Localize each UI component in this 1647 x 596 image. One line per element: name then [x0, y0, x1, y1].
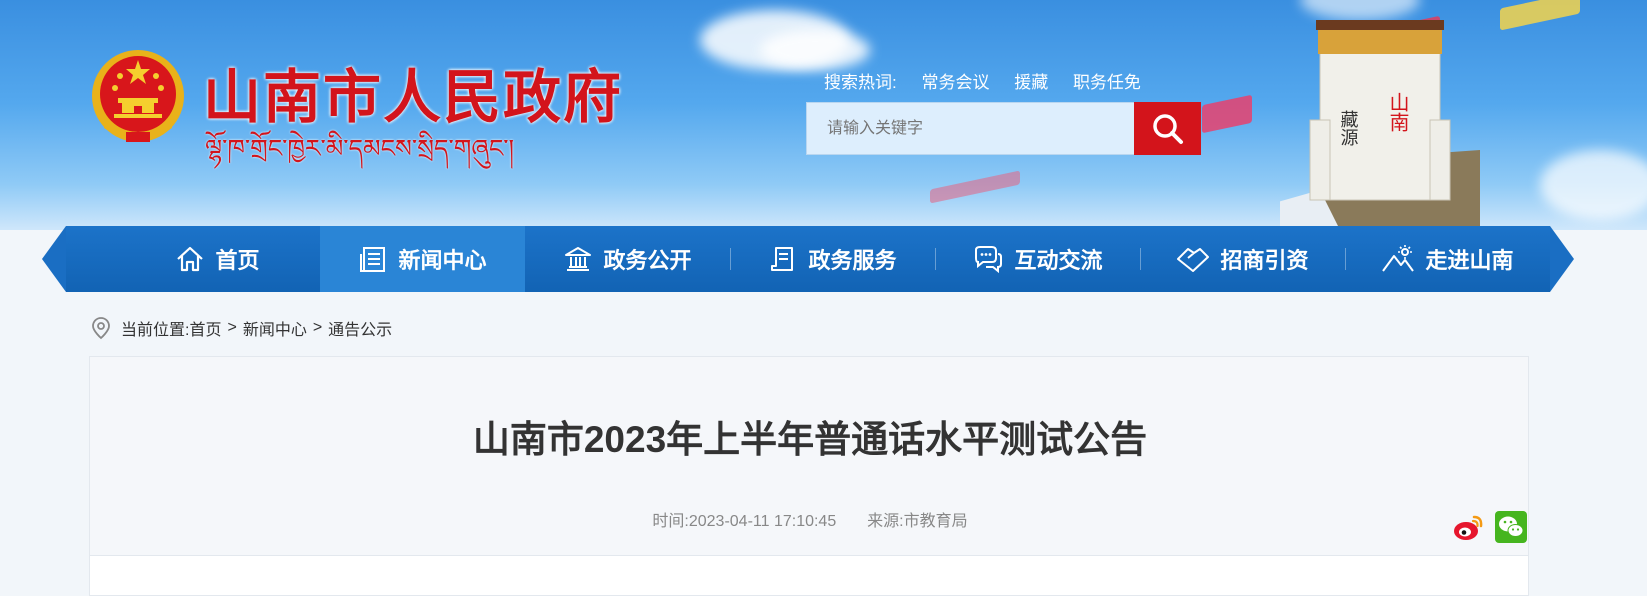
article-source: 市教育局 — [903, 513, 968, 530]
nav-item-label: 政务公开 — [603, 248, 692, 273]
search-button[interactable] — [1134, 102, 1201, 155]
article-meta: 时间:2023-04-11 17:10:45 来源:市教育局 — [90, 507, 1530, 531]
breadcrumb-link-home[interactable]: 首页 — [189, 316, 221, 340]
nav-cap — [1550, 226, 1574, 292]
header-banner: 山南市人民政府 ལྷོ་ཁ་གྲོང་ཁྱེར་མི་དམངས་སྲིད་གཞུ… — [0, 0, 1647, 230]
breadcrumb-link-notices[interactable]: 通告公示 — [328, 316, 392, 340]
prayer-flag-decoration — [930, 170, 1020, 204]
nav-item-home[interactable]: 首页 — [115, 226, 320, 292]
nav-item-about-shannan[interactable]: 走进山南 — [1345, 226, 1550, 292]
search-icon — [1152, 113, 1183, 144]
tower-text-right: 山南 — [1386, 92, 1410, 132]
nav-item-label: 互动交流 — [1014, 248, 1103, 273]
tower-text-left: 藏源 — [1338, 110, 1359, 147]
breadcrumb-separator: > — [312, 319, 323, 336]
cloud-decoration — [1540, 150, 1647, 220]
mountain-sun-icon — [1382, 245, 1415, 272]
newspaper-icon — [360, 247, 386, 272]
hot-search-term[interactable]: 援藏 — [1014, 73, 1048, 92]
search-input[interactable] — [806, 102, 1136, 155]
breadcrumb: 当前位置: 首页 > 新闻中心 > 通告公示 — [90, 316, 392, 340]
location-pin-icon — [92, 317, 110, 340]
hot-search-label: 搜索热词: — [824, 73, 897, 92]
main-nav: 首页 新闻中心 政务公开 政务服务 互动交流 招商引资 走进山南 — [42, 226, 1574, 292]
weibo-icon[interactable] — [1452, 511, 1484, 543]
nav-bar: 首页 新闻中心 政务公开 政务服务 互动交流 招商引资 走进山南 — [66, 226, 1550, 292]
nav-item-label: 新闻中心 — [398, 248, 487, 273]
publish-time: 2023-04-11 17:10:45 — [688, 513, 837, 530]
site-subtitle-tibetan: ལྷོ་ཁ་གྲོང་ཁྱེར་མི་དམངས་སྲིད་གཞུང་། — [205, 134, 515, 163]
nav-item-label: 政务服务 — [808, 248, 897, 273]
nav-item-gov-affairs[interactable]: 政务公开 — [525, 226, 730, 292]
article-body — [89, 556, 1529, 596]
nav-cap — [42, 226, 66, 292]
cloud-decoration — [760, 30, 870, 70]
government-building-icon — [565, 247, 592, 271]
nav-item-interaction[interactable]: 互动交流 — [935, 226, 1140, 292]
home-icon — [177, 246, 204, 272]
time-label: 时间: — [652, 513, 689, 530]
handshake-icon — [1177, 248, 1210, 272]
tower-illustration: 藏源 山南 — [1280, 20, 1480, 230]
wechat-icon[interactable] — [1495, 511, 1527, 543]
nav-item-gov-services[interactable]: 政务服务 — [730, 226, 935, 292]
national-emblem-icon — [92, 50, 184, 142]
prayer-flag-decoration — [1202, 94, 1252, 134]
chat-bubbles-icon — [975, 246, 1003, 274]
nav-item-investment[interactable]: 招商引资 — [1140, 226, 1345, 292]
nav-item-news[interactable]: 新闻中心 — [320, 226, 525, 292]
prayer-flag-decoration — [1500, 0, 1580, 31]
source-label: 来源: — [867, 513, 904, 530]
hot-search-term[interactable]: 职务任免 — [1073, 73, 1141, 92]
breadcrumb-prefix: 当前位置: — [121, 322, 190, 339]
breadcrumb-separator: > — [227, 319, 237, 336]
nav-item-label: 首页 — [215, 248, 260, 273]
breadcrumb-link-news[interactable]: 新闻中心 — [243, 316, 307, 340]
hot-search-bar: 搜索热词: 常务会议 援藏 职务任免 — [824, 68, 1161, 93]
nav-item-label: 招商引资 — [1220, 248, 1309, 273]
article-title: 山南市2023年上半年普通话水平测试公告 — [472, 419, 1148, 460]
nav-item-label: 走进山南 — [1425, 248, 1514, 273]
hot-search-term[interactable]: 常务会议 — [921, 73, 989, 92]
document-service-icon — [771, 247, 794, 271]
article-header: 山南市2023年上半年普通话水平测试公告 时间:2023-04-11 17:10… — [89, 356, 1529, 556]
